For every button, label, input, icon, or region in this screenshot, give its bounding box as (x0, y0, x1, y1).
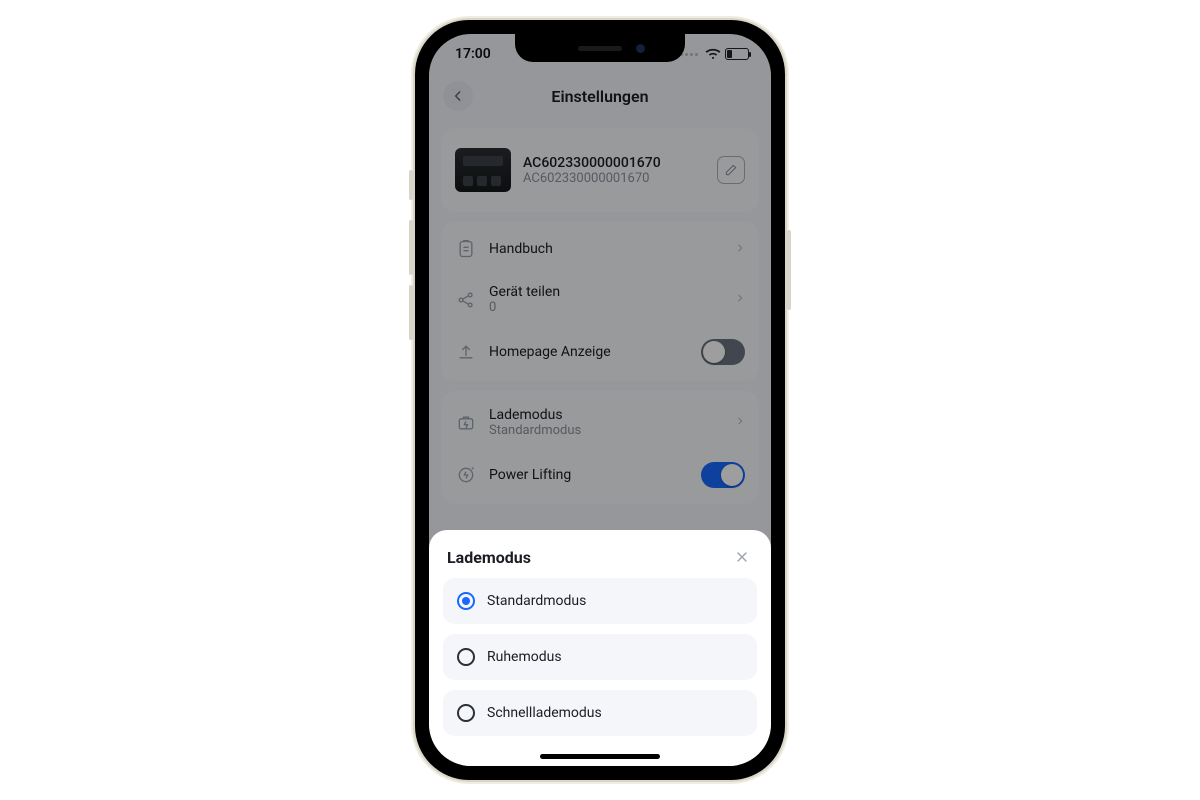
option-label: Schnelllademodus (487, 705, 602, 721)
option-label: Standardmodus (487, 593, 586, 609)
radio-unselected-icon (457, 704, 475, 722)
option-standardmodus[interactable]: Standardmodus (443, 578, 757, 624)
home-indicator[interactable] (540, 754, 660, 759)
charge-mode-sheet: Lademodus Standardmodus Ruhemodus (429, 530, 771, 766)
screen: 17:00 Einstellungen (429, 34, 771, 766)
option-ruhemodus[interactable]: Ruhemodus (443, 634, 757, 680)
notch (515, 34, 685, 62)
option-schnelllademodus[interactable]: Schnelllademodus (443, 690, 757, 736)
radio-selected-icon (457, 592, 475, 610)
sheet-title: Lademodus (447, 548, 531, 567)
option-label: Ruhemodus (487, 649, 562, 665)
charge-mode-options: Standardmodus Ruhemodus Schnelllademodus (443, 578, 757, 736)
close-sheet-button[interactable] (731, 546, 753, 568)
phone-frame: 17:00 Einstellungen (415, 20, 785, 780)
radio-unselected-icon (457, 648, 475, 666)
